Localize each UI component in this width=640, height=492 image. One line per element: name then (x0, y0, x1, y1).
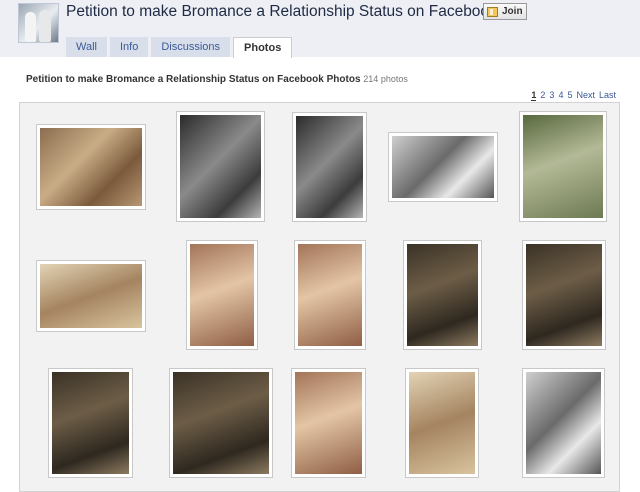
photo-count: 214 photos (363, 74, 408, 84)
page-link-2[interactable]: 2 (540, 90, 545, 101)
photo-image (296, 116, 363, 218)
photo-image (173, 372, 269, 474)
avatar-figure-left (25, 12, 36, 42)
photo-15[interactable] (522, 368, 605, 478)
photos-title: Petition to make Bromance a Relationship… (26, 74, 361, 85)
photo-1[interactable] (36, 124, 146, 210)
join-label: Join (502, 6, 523, 17)
tab-bar: Wall Info Discussions Photos (66, 37, 295, 58)
photo-image (180, 115, 261, 218)
photo-image (526, 372, 601, 474)
page-link-4[interactable]: 4 (558, 90, 563, 101)
photo-image (40, 128, 142, 206)
photo-10[interactable] (522, 240, 606, 350)
photo-image (40, 264, 142, 328)
page-title: Petition to make Bromance a Relationship… (66, 3, 497, 20)
photo-14[interactable] (405, 368, 479, 478)
photo-7[interactable] (186, 240, 258, 350)
pagination: 1 2 3 4 5 Next Last (531, 90, 616, 101)
avatar-figure-right (39, 10, 51, 42)
photo-grid (19, 102, 620, 492)
photo-image (526, 244, 602, 346)
photo-12[interactable] (169, 368, 273, 478)
photo-image (409, 372, 475, 474)
photo-5[interactable] (519, 111, 607, 222)
photo-13[interactable] (291, 368, 366, 478)
photo-image (295, 372, 362, 474)
photo-image (523, 115, 603, 218)
page-link-3[interactable]: 3 (549, 90, 554, 101)
photo-4[interactable] (388, 132, 498, 202)
photo-9[interactable] (403, 240, 482, 350)
group-icon (487, 6, 498, 17)
tab-wall[interactable]: Wall (66, 37, 107, 57)
page-link-5[interactable]: 5 (567, 90, 572, 101)
join-button[interactable]: Join (483, 3, 527, 20)
group-header: Petition to make Bromance a Relationship… (0, 0, 640, 58)
photo-3[interactable] (292, 112, 367, 222)
tab-discussions[interactable]: Discussions (151, 37, 231, 57)
photo-2[interactable] (176, 111, 265, 222)
photo-image (190, 244, 254, 346)
page-link-1[interactable]: 1 (531, 90, 537, 101)
tab-info[interactable]: Info (109, 37, 149, 57)
photo-image (52, 372, 129, 474)
next-link[interactable]: Next (576, 90, 595, 101)
photos-section-title: Petition to make Bromance a Relationship… (26, 74, 408, 85)
photo-8[interactable] (294, 240, 366, 350)
photo-6[interactable] (36, 260, 146, 332)
group-avatar[interactable] (18, 3, 59, 43)
tab-photos[interactable]: Photos (233, 37, 293, 58)
photo-11[interactable] (48, 368, 133, 478)
photo-image (392, 136, 494, 198)
last-link[interactable]: Last (599, 90, 616, 101)
photo-image (407, 244, 478, 346)
photo-image (298, 244, 362, 346)
